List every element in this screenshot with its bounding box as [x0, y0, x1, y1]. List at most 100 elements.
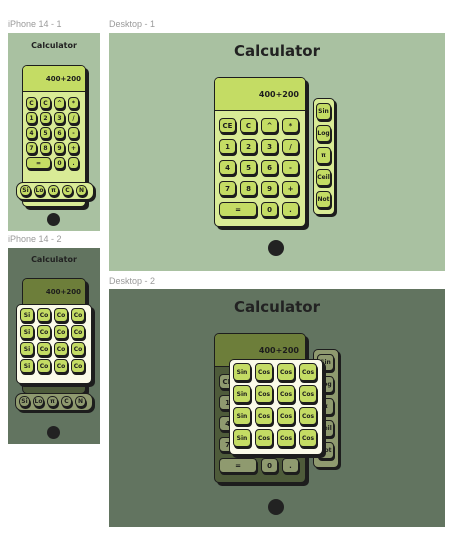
- popup-sin-button[interactable]: Sin: [233, 407, 251, 425]
- key-1-button[interactable]: 1: [219, 139, 236, 154]
- popup-cos-button[interactable]: Cos: [277, 385, 295, 403]
- sci-log-button[interactable]: Lo: [34, 185, 45, 196]
- key-5-button[interactable]: 5: [240, 160, 257, 175]
- key-2-button[interactable]: 2: [240, 139, 257, 154]
- key-8-button[interactable]: 8: [40, 142, 51, 154]
- popup-cos-button[interactable]: Cos: [299, 363, 317, 381]
- key-9-button[interactable]: 9: [261, 181, 278, 196]
- key-minus-button[interactable]: -: [68, 127, 79, 139]
- key-minus-button[interactable]: -: [282, 160, 299, 175]
- popup-cos-button[interactable]: Co: [71, 325, 85, 339]
- sci-pi-button[interactable]: π: [48, 185, 59, 196]
- key-multiply-button[interactable]: *: [282, 118, 299, 133]
- home-indicator-dot: [268, 499, 284, 515]
- key-4-button[interactable]: 4: [219, 160, 236, 175]
- page-title: Calculator: [31, 255, 77, 264]
- popup-sin-button[interactable]: Sin: [233, 385, 251, 403]
- key-8-button[interactable]: 8: [240, 181, 257, 196]
- key-6-button[interactable]: 6: [261, 160, 278, 175]
- popup-cos-button[interactable]: Co: [71, 342, 85, 356]
- key-equals-button[interactable]: =: [26, 157, 51, 169]
- key-7-button[interactable]: 7: [26, 142, 37, 154]
- sci-ceil-button[interactable]: C: [62, 185, 73, 196]
- key-1-button[interactable]: 1: [26, 112, 37, 124]
- key-2-button[interactable]: 2: [40, 112, 51, 124]
- key-clear-button[interactable]: C: [40, 97, 51, 109]
- sci-sin-button[interactable]: Si: [20, 185, 31, 196]
- sci-not-button[interactable]: N: [76, 185, 87, 196]
- key-7-button[interactable]: 7: [219, 181, 236, 196]
- popup-cos-button[interactable]: Cos: [255, 363, 273, 381]
- popup-cos-button[interactable]: Co: [71, 359, 85, 373]
- sci-not-button[interactable]: Not: [316, 191, 331, 208]
- key-3-button[interactable]: 3: [54, 112, 65, 124]
- popup-cos-button[interactable]: Cos: [277, 363, 295, 381]
- sci-log-button[interactable]: Lo: [33, 396, 44, 407]
- popup-cos-button[interactable]: Co: [71, 308, 85, 322]
- key-decimal-button[interactable]: .: [282, 202, 299, 217]
- popup-sin-button[interactable]: Sin: [233, 429, 251, 447]
- key-9-button[interactable]: 9: [54, 142, 65, 154]
- popup-cos-button[interactable]: Cos: [299, 407, 317, 425]
- home-indicator-dot: [268, 240, 284, 256]
- key-divide-button[interactable]: /: [68, 112, 79, 124]
- popup-cos-button[interactable]: Cos: [299, 385, 317, 403]
- key-power-button[interactable]: ^: [261, 118, 278, 133]
- calculator-display: 400+200: [215, 78, 305, 111]
- sci-ceil-button[interactable]: C: [61, 396, 72, 407]
- sci-sin-button[interactable]: Sin: [316, 103, 331, 120]
- trig-popup-menu: Si Co Co Co Si Co Co Co Si Co Co Co Si Co Co Co: [16, 304, 92, 384]
- sci-pi-button[interactable]: π: [316, 147, 331, 164]
- popup-cos-button[interactable]: Cos: [277, 407, 295, 425]
- popup-cos-button[interactable]: Co: [37, 308, 51, 322]
- popup-cos-button[interactable]: Cos: [255, 429, 273, 447]
- iphone14-2-frame: Calculator400+200CC^*123/456-789+=0.SiCo…: [8, 248, 100, 444]
- popup-cos-button[interactable]: Co: [54, 342, 68, 356]
- home-indicator-dot: [47, 213, 60, 226]
- popup-cos-button[interactable]: Co: [54, 325, 68, 339]
- key-divide-button[interactable]: /: [282, 139, 299, 154]
- key-equals-button[interactable]: =: [219, 202, 257, 217]
- key-multiply-button[interactable]: *: [68, 97, 79, 109]
- popup-cos-button[interactable]: Co: [37, 342, 51, 356]
- popup-cos-button[interactable]: Co: [37, 359, 51, 373]
- key-plus-button[interactable]: +: [68, 142, 79, 154]
- sci-ceil-button[interactable]: Ceil: [316, 169, 331, 186]
- popup-sin-button[interactable]: Si: [20, 342, 34, 356]
- home-indicator-dot: [47, 426, 60, 439]
- popup-cos-button[interactable]: Cos: [255, 385, 273, 403]
- sci-sin-button[interactable]: Si: [19, 396, 30, 407]
- sci-not-button[interactable]: N: [75, 396, 86, 407]
- key-3-button[interactable]: 3: [261, 139, 278, 154]
- popup-sin-button[interactable]: Si: [20, 359, 34, 373]
- sci-log-button[interactable]: Log: [316, 125, 331, 142]
- popup-cos-button[interactable]: Cos: [277, 429, 295, 447]
- key-equals-button[interactable]: =: [219, 458, 257, 473]
- key-4-button[interactable]: 4: [26, 127, 37, 139]
- popup-cos-button[interactable]: Co: [37, 325, 51, 339]
- popup-cos-button[interactable]: Co: [54, 359, 68, 373]
- key-power-button[interactable]: ^: [54, 97, 65, 109]
- popup-sin-button[interactable]: Sin: [233, 363, 251, 381]
- page-title: Calculator: [234, 298, 320, 316]
- key-0-button[interactable]: 0: [54, 157, 65, 169]
- key-0-button[interactable]: 0: [261, 202, 278, 217]
- popup-cos-button[interactable]: Cos: [255, 407, 273, 425]
- key-plus-button[interactable]: +: [282, 181, 299, 196]
- popup-sin-button[interactable]: Si: [20, 308, 34, 322]
- key-6-button[interactable]: 6: [54, 127, 65, 139]
- key-decimal-button[interactable]: .: [68, 157, 79, 169]
- sci-pi-button[interactable]: π: [47, 396, 58, 407]
- scientific-side-panel: Si Lo π C N: [15, 393, 93, 411]
- key-0-button[interactable]: 0: [261, 458, 278, 473]
- popup-cos-button[interactable]: Co: [54, 308, 68, 322]
- popup-cos-button[interactable]: Cos: [299, 429, 317, 447]
- scientific-side-panel: Sin Log π Ceil Not: [313, 98, 335, 215]
- popup-sin-button[interactable]: Si: [20, 325, 34, 339]
- key-ce-button[interactable]: C: [26, 97, 37, 109]
- key-ce-button[interactable]: CE: [219, 118, 236, 133]
- key-clear-button[interactable]: C: [240, 118, 257, 133]
- key-decimal-button[interactable]: .: [282, 458, 299, 473]
- calculator-body: 400+200 CE C ^ * 123 / 456- 789 + = 0.: [214, 77, 306, 227]
- key-5-button[interactable]: 5: [40, 127, 51, 139]
